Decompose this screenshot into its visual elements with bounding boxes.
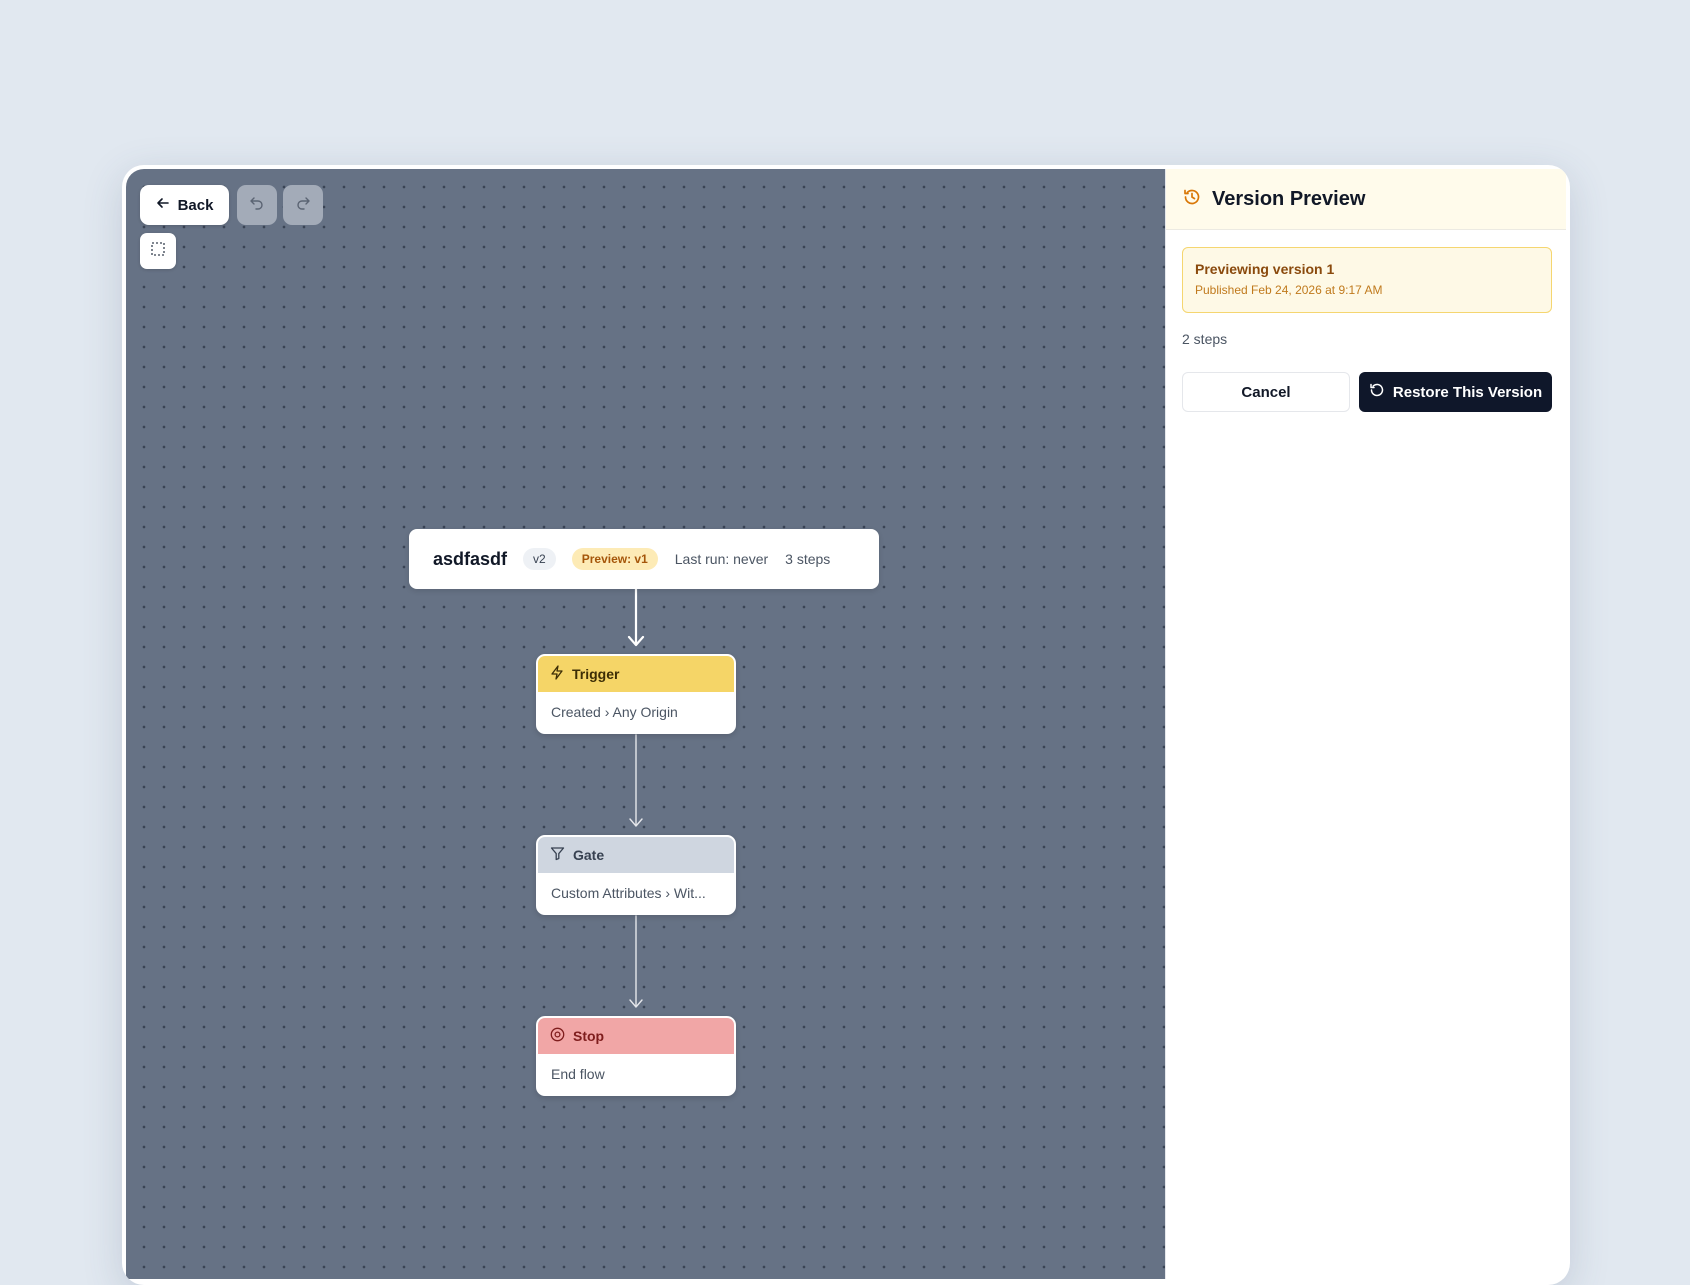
filter-funnel-icon [550, 846, 565, 864]
last-run-text: Last run: never [674, 551, 769, 567]
preview-badge: Preview: v1 [571, 548, 658, 570]
preview-step-count: 2 steps [1182, 331, 1228, 347]
steps-count-text: 3 steps [785, 551, 831, 567]
flow-canvas[interactable]: Back asdfasdf v2 Preview: v1 Last run: n… [126, 169, 1165, 1279]
cancel-button[interactable]: Cancel [1182, 372, 1350, 412]
lightning-bolt-icon [550, 665, 564, 683]
app-window: Back asdfasdf v2 Preview: v1 Last run: n… [122, 165, 1570, 1285]
stop-node[interactable]: Stop End flow [536, 1016, 736, 1096]
notice-subtitle: Published Feb 24, 2026 at 9:17 AM [1195, 283, 1383, 297]
stop-node-header: Stop [538, 1018, 734, 1054]
stop-node-title: Stop [573, 1028, 605, 1044]
flow-name: asdfasdf [433, 548, 508, 569]
trigger-node-title: Trigger [572, 666, 620, 682]
version-badge: v2 [523, 548, 556, 570]
gate-node[interactable]: Gate Custom Attributes › Wit... [536, 835, 736, 915]
history-icon [1182, 187, 1202, 212]
version-preview-panel: Version Preview Previewing version 1 Pub… [1165, 169, 1566, 1279]
cancel-button-label: Cancel [1241, 383, 1291, 401]
gate-node-title: Gate [573, 847, 605, 863]
restore-version-button[interactable]: Restore This Version [1359, 372, 1552, 412]
notice-title: Previewing version 1 [1195, 261, 1335, 277]
trigger-node-header: Trigger [538, 656, 734, 692]
rotate-ccw-icon [1369, 382, 1385, 402]
stop-node-detail: End flow [551, 1066, 605, 1082]
gate-node-detail: Custom Attributes › Wit... [551, 885, 706, 901]
panel-title: Version Preview [1212, 187, 1366, 210]
flow-header-card[interactable]: asdfasdf v2 Preview: v1 Last run: never … [409, 529, 879, 589]
panel-header: Version Preview [1166, 169, 1566, 230]
trigger-node-detail: Created › Any Origin [551, 704, 678, 720]
preview-notice: Previewing version 1 Published Feb 24, 2… [1182, 247, 1552, 313]
restore-button-label: Restore This Version [1392, 383, 1543, 401]
trigger-node[interactable]: Trigger Created › Any Origin [536, 654, 736, 734]
gate-node-header: Gate [538, 837, 734, 873]
stop-circle-icon [550, 1027, 565, 1045]
